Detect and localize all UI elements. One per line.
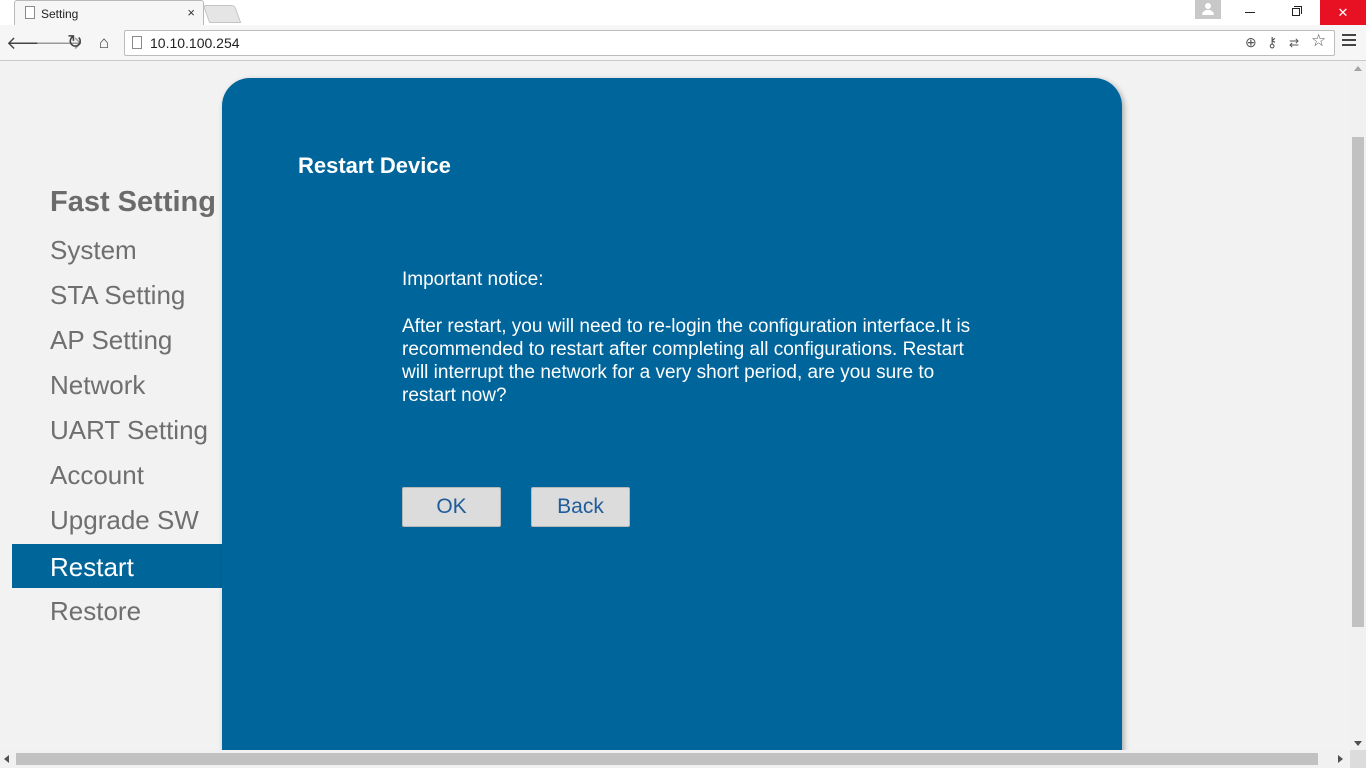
sidebar-item-label: STA Setting	[50, 280, 186, 310]
sidebar-item-label: Account	[50, 460, 144, 490]
sidebar-item-label: Restart	[50, 552, 134, 582]
scroll-left-icon[interactable]	[4, 755, 9, 763]
sidebar-item-uart-setting[interactable]: UART Setting	[12, 407, 222, 451]
sidebar-item-sta-setting[interactable]: STA Setting	[12, 272, 222, 316]
page-icon	[25, 6, 35, 19]
reload-icon[interactable]: ↻	[64, 32, 86, 54]
tab-title: Setting	[41, 7, 79, 21]
profile-icon[interactable]	[1195, 0, 1221, 19]
forward-arrow-icon[interactable]: 🡒	[35, 32, 83, 54]
minimize-button[interactable]	[1227, 0, 1273, 25]
sidebar-item-ap-setting[interactable]: AP Setting	[12, 317, 222, 361]
sidebar-item-system[interactable]: System	[12, 227, 222, 271]
vertical-scroll-thumb[interactable]	[1352, 137, 1364, 627]
sidebar-item-label: Upgrade SW	[50, 505, 199, 535]
restart-panel: Restart Device Important notice: After r…	[222, 78, 1122, 750]
sidebar-item-account[interactable]: Account	[12, 452, 222, 496]
scroll-right-icon[interactable]	[1338, 755, 1343, 763]
notice-text: After restart, you will need to re-login…	[402, 316, 971, 406]
sidebar-heading-fast-setting[interactable]: Fast Setting	[50, 186, 216, 219]
tab-close-icon[interactable]: ×	[187, 5, 195, 20]
key-icon[interactable]: ⚷	[1267, 34, 1277, 51]
translate-icon[interactable]: ⇄	[1289, 36, 1299, 50]
horizontal-scrollbar[interactable]	[0, 750, 1350, 768]
page-title: Restart Device	[298, 153, 451, 178]
horizontal-scroll-thumb[interactable]	[16, 753, 1318, 765]
url-text[interactable]: 10.10.100.254	[150, 35, 240, 51]
page-icon	[132, 36, 142, 49]
scroll-up-icon[interactable]	[1354, 66, 1362, 71]
scroll-down-icon[interactable]	[1354, 741, 1362, 746]
sidebar-item-upgrade-sw[interactable]: Upgrade SW	[12, 497, 222, 541]
home-icon[interactable]: ⌂	[93, 32, 115, 54]
browser-tab[interactable]: Setting ×	[14, 0, 204, 25]
sidebar-item-network[interactable]: Network	[12, 362, 222, 406]
sidebar-item-restart[interactable]: Restart	[12, 544, 222, 588]
notice-heading: Important notice:	[402, 269, 544, 290]
menu-icon[interactable]	[1342, 34, 1356, 49]
ok-button[interactable]: OK	[402, 487, 501, 527]
zoom-icon[interactable]: ⊕	[1245, 34, 1257, 51]
sidebar-item-restore[interactable]: Restore	[12, 588, 222, 632]
address-bar[interactable]: 10.10.100.254 ⊕ ⚷ ⇄ ☆	[124, 30, 1335, 56]
back-button[interactable]: Back	[531, 487, 630, 527]
vertical-scrollbar[interactable]	[1350, 62, 1366, 750]
restore-window-button[interactable]	[1273, 0, 1319, 25]
sidebar-item-label: AP Setting	[50, 325, 173, 355]
close-window-button[interactable]: ✕	[1320, 0, 1366, 25]
star-icon[interactable]: ☆	[1311, 31, 1326, 51]
sidebar-item-label: Restore	[50, 596, 142, 626]
browser-titlebar: Setting × ✕	[0, 0, 1366, 25]
back-arrow-icon[interactable]: 🡐	[6, 32, 54, 54]
scrollbar-corner	[1350, 750, 1366, 768]
new-tab-button[interactable]	[202, 5, 242, 23]
sidebar-item-label: UART Setting	[50, 415, 209, 445]
page-content: Fast Setting System STA Setting AP Setti…	[0, 62, 1350, 750]
browser-toolbar: 🡐 🡒 ↻ ⌂ 10.10.100.254 ⊕ ⚷ ⇄ ☆	[0, 25, 1366, 61]
sidebar-item-label: System	[50, 235, 137, 265]
sidebar-item-label: Network	[50, 370, 146, 400]
